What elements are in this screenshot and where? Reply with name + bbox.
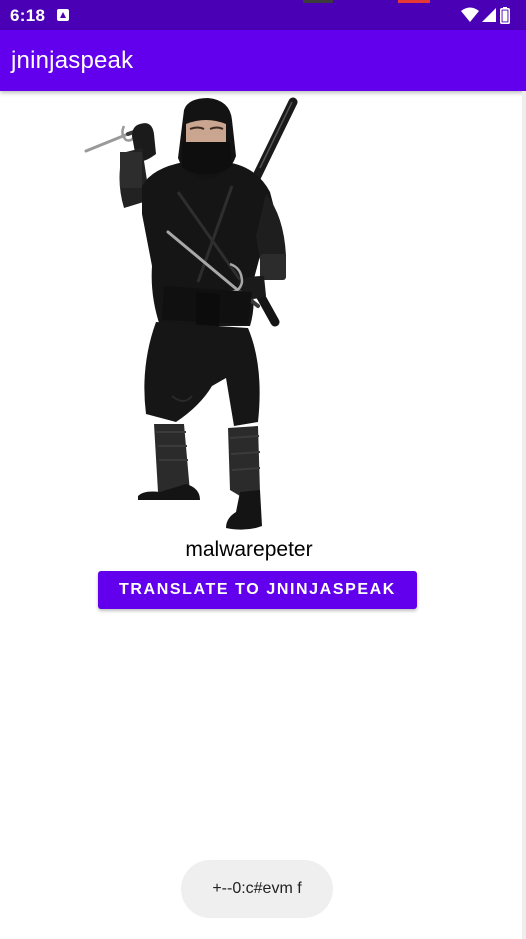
status-indicator-recording (398, 0, 430, 3)
ninja-costume-image (84, 97, 298, 530)
signal-icon (482, 8, 496, 22)
app-title: jninjaspeak (11, 47, 134, 74)
toast-text: +--0:c#evm f (212, 880, 302, 897)
status-icons (461, 6, 510, 24)
status-bar: 6:18 (0, 0, 526, 30)
notification-icon (57, 9, 69, 21)
battery-icon (500, 6, 510, 24)
app-screen: 6:18 jninjaspeak malwarepeter TRANSLATE … (0, 0, 526, 939)
toast-message: +--0:c#evm f (181, 860, 333, 918)
status-time: 6:18 (10, 6, 46, 25)
translate-button[interactable]: Translate to jninjaspeak (98, 571, 417, 609)
username-label: malwarepeter (185, 538, 313, 561)
wifi-icon (461, 7, 479, 22)
app-bar: jninjaspeak (0, 30, 526, 91)
status-indicator (303, 0, 333, 3)
scroll-edge (522, 91, 526, 939)
